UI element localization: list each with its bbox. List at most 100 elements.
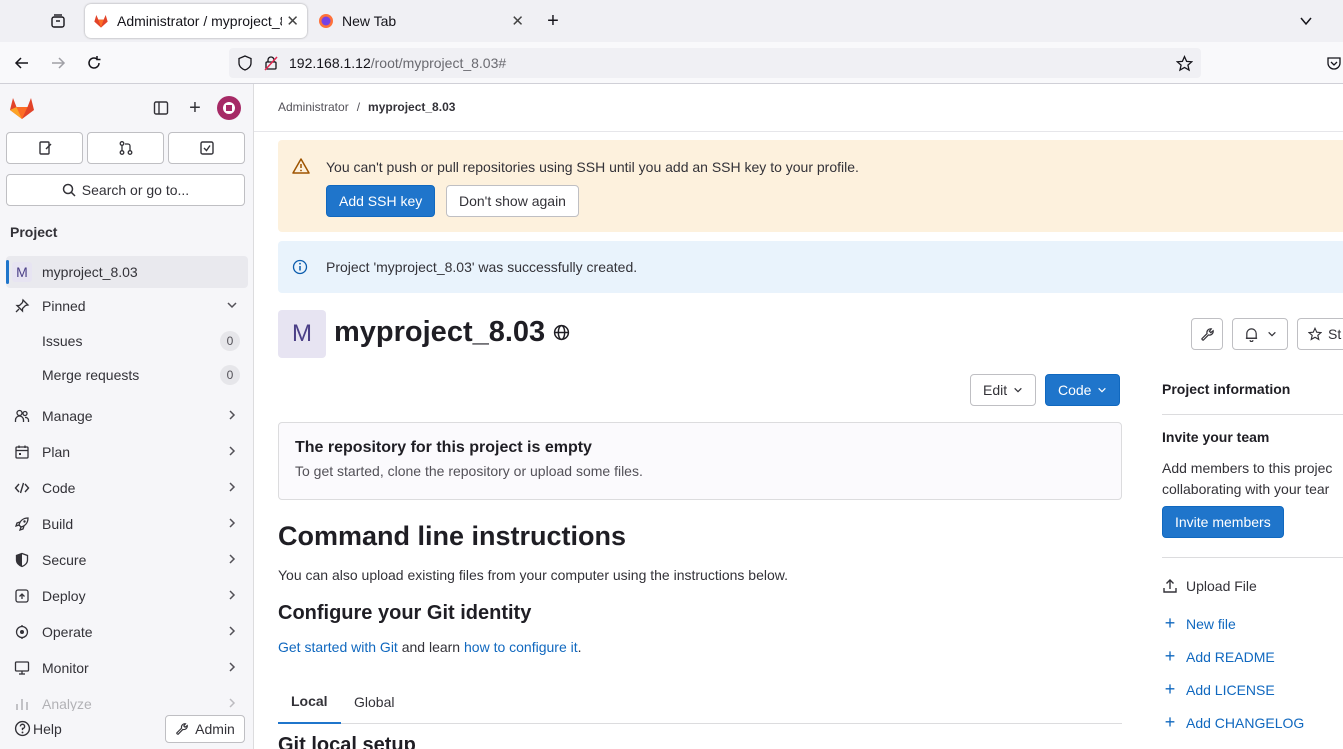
gitlab-logo[interactable]	[8, 94, 36, 122]
shield-icon[interactable]	[237, 55, 253, 71]
sidebar-item-label: Build	[42, 516, 74, 532]
sidebar-item-label: Issues	[42, 333, 83, 349]
sidebar-item-operate[interactable]: Operate	[6, 616, 248, 648]
ssh-warning-message: You can't push or pull repositories usin…	[326, 159, 859, 175]
insecure-lock-icon[interactable]	[263, 55, 279, 71]
add-changelog-link[interactable]: + Add CHANGELOG	[1162, 712, 1305, 733]
search-label: Search or go to...	[81, 182, 190, 198]
new-tab-button[interactable]: +	[539, 8, 567, 34]
chevron-right-icon	[226, 697, 238, 712]
close-tab-icon[interactable]: ✕	[511, 12, 524, 30]
help-button[interactable]: Help	[14, 720, 62, 737]
pocket-button[interactable]	[1326, 55, 1342, 74]
get-started-git-link[interactable]: Get started with Git	[278, 639, 398, 655]
tab-global[interactable]: Global	[341, 680, 407, 724]
sidebar-item-manage[interactable]: Manage	[6, 400, 248, 432]
how-to-configure-link[interactable]: how to configure it	[464, 639, 578, 655]
pin-icon	[12, 298, 32, 314]
monitor-icon	[12, 660, 32, 676]
bell-icon	[1245, 327, 1257, 342]
chevron-down-icon	[226, 299, 238, 314]
notifications-dropdown[interactable]	[1232, 318, 1288, 350]
add-license-link[interactable]: + Add LICENSE	[1162, 679, 1275, 700]
toggle-sidebar-button[interactable]	[147, 94, 175, 122]
add-readme-link[interactable]: + Add README	[1162, 646, 1275, 667]
chevron-right-icon	[226, 481, 238, 496]
invite-members-button[interactable]: Invite members	[1162, 506, 1284, 538]
forward-button[interactable]	[44, 50, 72, 76]
ssh-warning-alert: You can't push or pull repositories usin…	[278, 140, 1343, 232]
create-new-button[interactable]: +	[181, 94, 209, 122]
plus-icon: +	[1164, 679, 1176, 699]
sidebar-item-project[interactable]: M myproject_8.03	[6, 256, 248, 288]
chevron-right-icon	[226, 445, 238, 460]
code-dropdown[interactable]: Code	[1045, 374, 1121, 406]
todo-list-button[interactable]	[168, 132, 245, 164]
admin-area-button[interactable]: Admin	[165, 715, 245, 743]
merge-requests-button[interactable]	[87, 132, 164, 164]
reload-button[interactable]	[80, 50, 108, 76]
project-settings-button[interactable]	[1191, 318, 1223, 350]
add-ssh-key-button[interactable]: Add SSH key	[326, 185, 436, 217]
tab-title: New Tab	[342, 13, 397, 29]
globe-icon	[554, 324, 570, 341]
help-icon	[14, 720, 31, 737]
sidebar-item-merge-requests[interactable]: Merge requests 0	[6, 359, 248, 391]
calendar-icon	[12, 444, 32, 460]
close-tab-icon[interactable]: ✕	[286, 12, 299, 30]
wrench-icon	[176, 723, 188, 735]
dont-show-again-button[interactable]: Don't show again	[446, 185, 579, 217]
star-button[interactable]: St	[1297, 318, 1343, 350]
sidebar-item-code[interactable]: Code	[6, 472, 248, 504]
tab-new-tab[interactable]: New Tab ✕	[310, 4, 532, 38]
tab-title: Administrator / myproject_8.03 · GitLab	[117, 13, 282, 29]
avatar-icon	[217, 96, 241, 120]
sidebar-item-label: Manage	[42, 408, 93, 424]
sidebar-item-deploy[interactable]: Deploy	[6, 580, 248, 612]
sidebar-item-issues[interactable]: Issues 0	[6, 325, 248, 357]
project-title: myproject_8.03	[334, 316, 570, 349]
assigned-issues-button[interactable]	[6, 132, 83, 164]
bookmark-star-icon[interactable]	[1176, 54, 1193, 72]
breadcrumb-parent[interactable]: Administrator	[278, 100, 349, 114]
cli-instructions-title: Command line instructions	[278, 521, 627, 551]
arrow-right-icon	[52, 57, 66, 69]
back-button[interactable]	[8, 50, 36, 76]
upload-file-label: Upload File	[1186, 578, 1257, 594]
search-button[interactable]: Search or go to...	[6, 174, 245, 206]
new-file-link[interactable]: + New file	[1162, 613, 1236, 634]
project-created-message: Project 'myproject_8.03' was successfull…	[326, 259, 638, 275]
empty-repository-notice: The repository for this project is empty…	[278, 422, 1122, 500]
wrench-icon	[1200, 327, 1214, 341]
reload-icon	[88, 56, 101, 69]
sidebar-item-build[interactable]: Build	[6, 508, 248, 540]
chevron-down-icon	[1098, 387, 1107, 393]
chevron-right-icon	[226, 517, 238, 532]
sidebar-item-plan[interactable]: Plan	[6, 436, 248, 468]
sidebar-item-pinned[interactable]: Pinned	[6, 290, 248, 322]
breadcrumb-current[interactable]: myproject_8.03	[368, 100, 455, 114]
project-avatar: M	[278, 310, 326, 358]
invite-team-text: Add members to this projec collaborating…	[1162, 458, 1332, 500]
operate-icon	[12, 624, 32, 640]
upload-file-link[interactable]: Upload File	[1162, 578, 1257, 594]
user-avatar[interactable]	[215, 94, 243, 122]
sidebar-toggle-icon	[153, 101, 169, 115]
sidebar-item-monitor[interactable]: Monitor	[6, 652, 248, 684]
project-info-title: Project information	[1162, 381, 1291, 397]
address-bar[interactable]: 192.168.1.12/root/myproject_8.03#	[229, 48, 1201, 78]
active-indicator	[6, 260, 9, 284]
pocket-icon	[1327, 57, 1341, 70]
tab-gitlab-project[interactable]: Administrator / myproject_8.03 · GitLab …	[85, 4, 307, 38]
list-all-tabs-button[interactable]	[1292, 8, 1320, 34]
git-local-setup-title: Git local setup	[278, 734, 416, 749]
sidebar-section-title: Project	[10, 224, 58, 240]
url-host: 192.168.1.12	[289, 55, 371, 71]
todo-icon	[199, 141, 214, 155]
tab-overview-button[interactable]	[44, 8, 72, 34]
invite-team-title: Invite your team	[1162, 429, 1270, 445]
sidebar-item-secure[interactable]: Secure	[6, 544, 248, 576]
edit-dropdown[interactable]: Edit	[970, 374, 1037, 406]
tab-local[interactable]: Local	[278, 680, 341, 724]
breadcrumb-separator: /	[356, 100, 361, 114]
